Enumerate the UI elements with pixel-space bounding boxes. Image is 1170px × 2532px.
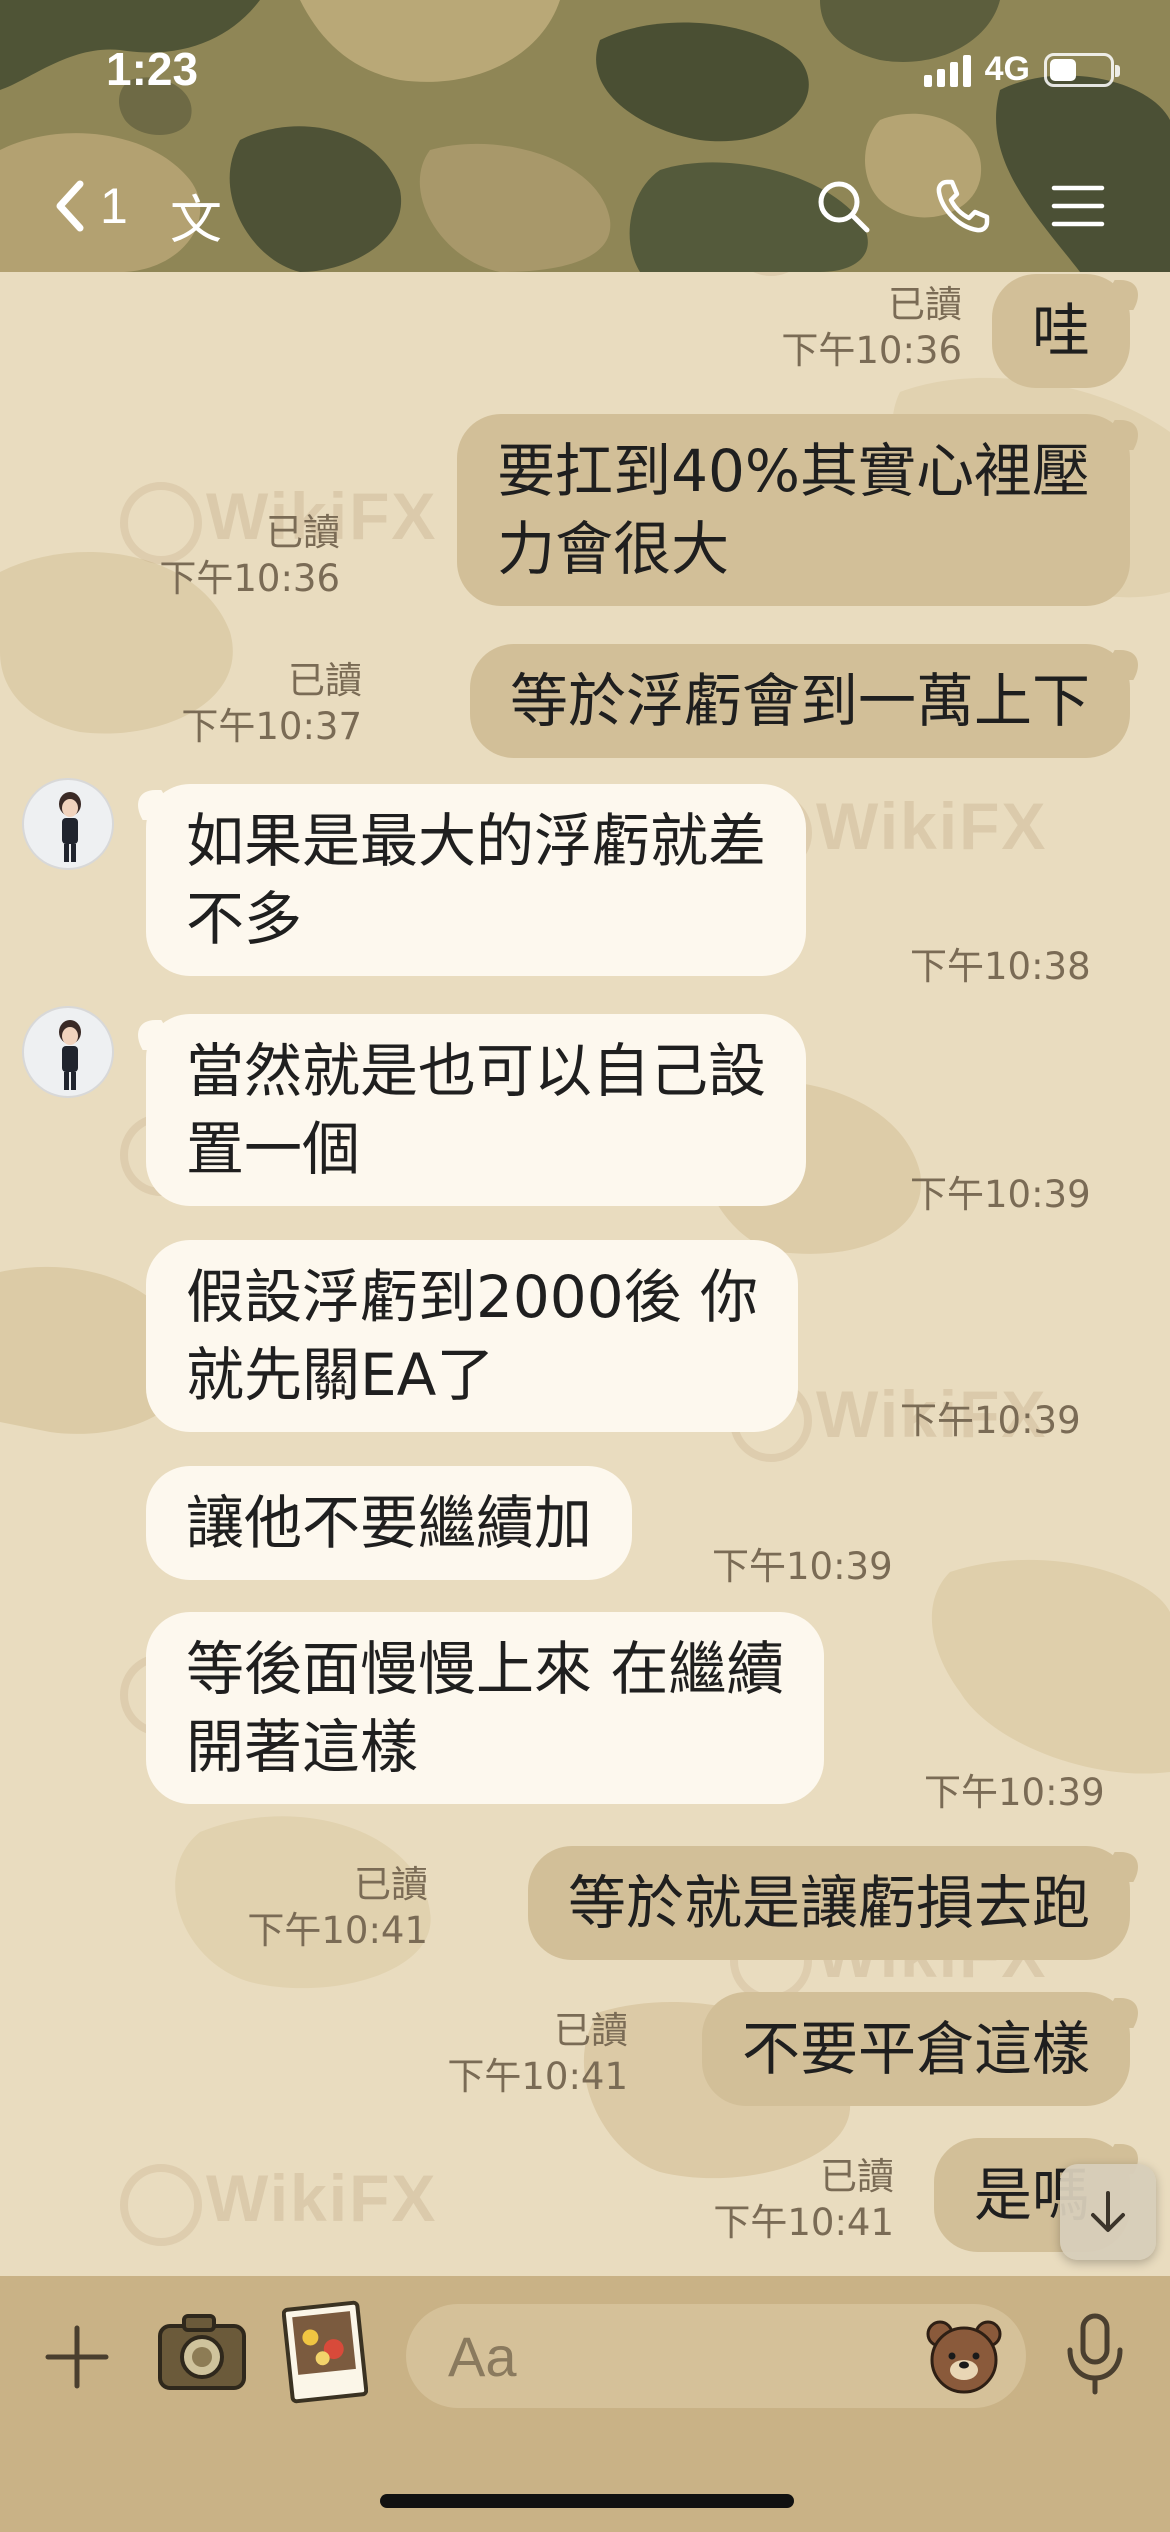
- chat-header: 1:23 4G 1 文: [0, 0, 1170, 272]
- outgoing-message[interactable]: 等於就是讓虧損去跑: [527, 1846, 1130, 1960]
- photo-icon[interactable]: [282, 2300, 368, 2404]
- message-input-bar: Aa: [0, 2276, 1170, 2532]
- message-time: 下午10:39: [900, 1399, 1081, 1442]
- message-time: 下午10:38: [910, 945, 1091, 988]
- back-button[interactable]: 1: [50, 176, 128, 236]
- message-meta: 已讀 下午10:41: [168, 1862, 428, 1954]
- home-indicator: [380, 2494, 794, 2508]
- message-time: 下午10:36: [159, 557, 340, 600]
- outgoing-message[interactable]: 不要平倉這樣: [701, 1992, 1130, 2106]
- status-time: 1:23: [106, 43, 199, 95]
- message-text: 就先關EA了: [186, 1341, 495, 1409]
- outgoing-message[interactable]: 等於浮虧會到一萬上下: [469, 644, 1130, 758]
- incoming-message[interactable]: 假設浮虧到2000後 你 就先關EA了: [146, 1240, 799, 1432]
- message-time: 下午10:41: [447, 2055, 628, 2098]
- chat-title[interactable]: 文: [170, 178, 222, 253]
- message-input[interactable]: Aa: [406, 2304, 1026, 2408]
- read-receipt: 已讀: [820, 2155, 894, 2198]
- avatar-figure-icon: [59, 1020, 81, 1090]
- incoming-message[interactable]: 當然就是也可以自己設 置一個: [146, 1014, 807, 1206]
- sticker-icon[interactable]: [922, 2314, 1006, 2398]
- message-text: 假設浮虧到2000後 你: [186, 1263, 759, 1331]
- outgoing-message[interactable]: 要扛到40%其實心裡壓 力會很大: [457, 414, 1130, 606]
- read-receipt: 已讀: [554, 2009, 628, 2052]
- message-text: 等後面慢慢上來 在繼續: [186, 1635, 785, 1703]
- message-text: 開著這樣: [186, 1713, 419, 1781]
- message-text: 置一個: [186, 1115, 361, 1183]
- read-receipt: 已讀: [288, 659, 362, 702]
- status-indicators: 4G: [923, 50, 1120, 89]
- message-time: 下午10:37: [181, 705, 362, 748]
- message-text: 當然就是也可以自己設: [186, 1037, 767, 1105]
- battery-level: [1050, 58, 1077, 81]
- avatar[interactable]: [22, 1006, 114, 1098]
- outgoing-message[interactable]: 哇: [991, 274, 1130, 388]
- message-time: 下午10:41: [247, 1909, 428, 1952]
- message-time: 下午10:39: [712, 1545, 893, 1588]
- message-time: 下午10:36: [781, 329, 962, 372]
- message-input-placeholder: Aa: [448, 2325, 517, 2388]
- message-meta: 已讀 下午10:36: [80, 510, 340, 602]
- signal-icon: [923, 53, 971, 87]
- message-text: 如果是最大的浮虧就差: [186, 807, 767, 875]
- watermark: WikiFX: [119, 2161, 438, 2246]
- message-meta: 已讀 下午10:41: [368, 2008, 628, 2100]
- message-text: 不多: [186, 885, 303, 953]
- battery-icon: [1044, 52, 1120, 87]
- network-type: 4G: [984, 50, 1030, 88]
- arrow-down-icon: [1091, 2191, 1125, 2232]
- message-text: 哇: [1031, 297, 1090, 365]
- watermark: WikiFX: [729, 789, 1048, 874]
- camera-icon[interactable]: [152, 2304, 252, 2404]
- message-text: 讓他不要繼續加: [186, 1489, 593, 1557]
- message-text: 不要平倉這樣: [741, 2015, 1090, 2083]
- message-text: 要扛到40%其實心裡壓: [497, 437, 1090, 505]
- phone-icon[interactable]: [933, 176, 993, 236]
- menu-icon[interactable]: [1048, 176, 1108, 236]
- incoming-message[interactable]: 如果是最大的浮虧就差 不多: [146, 784, 807, 976]
- message-meta: 已讀 下午10:37: [102, 658, 362, 750]
- message-time: 下午10:39: [924, 1771, 1105, 1814]
- message-meta: 已讀 下午10:41: [634, 2154, 894, 2246]
- search-icon[interactable]: [813, 176, 873, 236]
- message-text: 等於浮虧會到一萬上下: [509, 667, 1090, 735]
- message-time: 下午10:41: [713, 2201, 894, 2244]
- incoming-message[interactable]: 讓他不要繼續加: [146, 1466, 633, 1580]
- message-text: 等於就是讓虧損去跑: [567, 1869, 1090, 1937]
- scroll-to-bottom-button[interactable]: [1060, 2164, 1156, 2260]
- avatar[interactable]: [22, 778, 114, 870]
- incoming-message[interactable]: 等後面慢慢上來 在繼續 開著這樣: [146, 1612, 825, 1804]
- unread-count: 1: [100, 178, 128, 234]
- read-receipt: 已讀: [888, 283, 962, 326]
- back-chevron-icon: [56, 180, 84, 232]
- chat-area[interactable]: WikiFX WikiFX WikiFX WikiFX WikiFX WikiF…: [0, 272, 1170, 2276]
- plus-icon[interactable]: [42, 2322, 112, 2392]
- read-receipt: 已讀: [354, 1863, 428, 1906]
- message-time: 下午10:39: [910, 1173, 1091, 1216]
- avatar-figure-icon: [59, 792, 81, 862]
- message-meta: 已讀 下午10:36: [702, 282, 962, 374]
- read-receipt: 已讀: [266, 511, 340, 554]
- message-text: 力會很大: [497, 515, 730, 583]
- microphone-icon[interactable]: [1060, 2310, 1130, 2400]
